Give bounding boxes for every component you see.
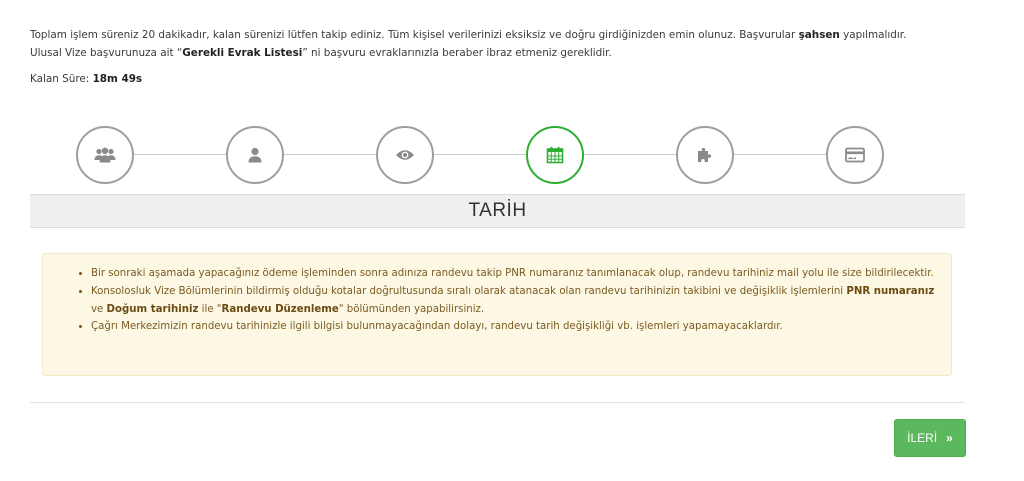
intro-line-1: Toplam işlem süreniz 20 dakikadır, kalan… xyxy=(30,29,907,41)
step-applicants[interactable] xyxy=(76,126,134,184)
double-chevron-right-icon: » xyxy=(946,431,953,445)
notice-item-1: Bir sonraki aşamada yapacağınız ödeme iş… xyxy=(91,265,937,283)
group-icon xyxy=(94,147,116,163)
calendar-icon xyxy=(546,146,564,164)
required-documents-link[interactable]: Gerekli Evrak Listesi xyxy=(182,47,302,59)
next-button[interactable]: İLERİ » xyxy=(894,419,966,457)
info-notice: Bir sonraki aşamada yapacağınız ödeme iş… xyxy=(42,253,952,376)
section-header: TARİH xyxy=(30,194,965,228)
eye-icon xyxy=(395,148,415,162)
step-payment[interactable] xyxy=(826,126,884,184)
step-personal-info[interactable] xyxy=(226,126,284,184)
intro-line-2: Ulusal Vize başvurunuza ait “Gerekli Evr… xyxy=(30,47,612,59)
credit-card-icon xyxy=(845,147,865,163)
step-services[interactable] xyxy=(676,126,734,184)
progress-steps xyxy=(76,126,898,184)
notice-list: Bir sonraki aşamada yapacağınız ödeme iş… xyxy=(57,265,937,336)
intro-text: Toplam işlem süreniz 20 dakikadır, kalan… xyxy=(30,26,990,62)
next-button-label: İLERİ xyxy=(907,431,938,445)
progress-line xyxy=(106,154,868,155)
remaining-time: Kalan Süre: 18m 49s xyxy=(30,73,142,85)
notice-item-3: Çağrı Merkezimizin randevu tarihinizle i… xyxy=(91,318,937,336)
user-icon xyxy=(247,147,263,163)
notice-item-2: Konsolosluk Vize Bölümlerinin bildirmiş … xyxy=(91,283,937,319)
step-review[interactable] xyxy=(376,126,434,184)
emphasis-in-person: şahsen xyxy=(798,29,840,41)
step-date[interactable] xyxy=(526,126,584,184)
remaining-time-label: Kalan Süre: xyxy=(30,73,93,85)
divider xyxy=(30,402,965,403)
section-title: TARİH xyxy=(468,200,527,221)
remaining-time-value: 18m 49s xyxy=(92,73,143,85)
puzzle-icon xyxy=(696,146,714,164)
